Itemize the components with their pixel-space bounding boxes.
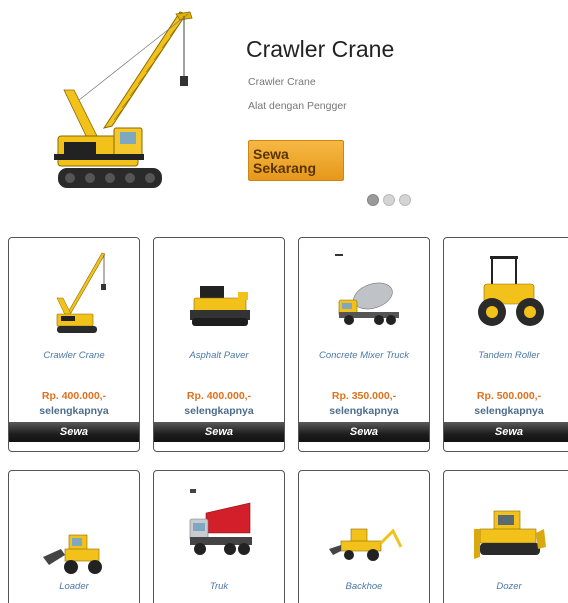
loader-icon [43, 534, 102, 574]
rent-now-label-2: Sekarang [253, 160, 317, 176]
product-name[interactable]: Crawler Crane [9, 350, 139, 361]
product-name[interactable]: Backhoe [299, 581, 429, 592]
slider-dot-3[interactable] [399, 194, 411, 206]
product-card: Loader [8, 470, 140, 603]
rent-button[interactable]: Sewa [299, 422, 429, 442]
product-price: Rp. 400.000,- [186, 390, 252, 402]
hero-slider: Crawler Crane Crawler Crane Alat dengan … [0, 0, 568, 222]
hero-title: Crawler Crane [246, 36, 395, 62]
slider-dot-2[interactable] [383, 194, 395, 206]
product-name[interactable]: Dozer [444, 581, 568, 592]
asphalt-paver-icon [190, 286, 250, 326]
product-name[interactable]: Concrete Mixer Truck [299, 350, 429, 361]
rent-now-label-1: Sewa [253, 146, 289, 162]
product-card: Crawler Crane Rp. 400.000,- selengkapnya… [8, 237, 140, 452]
rent-button[interactable]: Sewa [154, 422, 284, 442]
product-card: Backhoe [298, 470, 430, 603]
product-card: Concrete Mixer Truck Rp. 350.000,- selen… [298, 237, 430, 452]
product-name[interactable]: Tandem Roller [444, 350, 568, 361]
rent-now-button[interactable]: Sewa Sekarang [248, 140, 344, 181]
backhoe-icon [329, 528, 403, 561]
product-name[interactable]: Loader [9, 581, 139, 592]
rent-button[interactable]: Sewa [9, 422, 139, 442]
slider-dot-1[interactable] [367, 194, 379, 206]
dump-truck-icon [189, 489, 252, 555]
slider-pagination [367, 194, 411, 206]
hero-description: Alat dengan Pengger [248, 100, 347, 112]
product-name[interactable]: Truk [154, 581, 284, 592]
product-card: Tandem Roller Rp. 500.000,- selengkapnya… [443, 237, 568, 452]
product-price: Rp. 500.000,- [476, 390, 542, 402]
product-more-link[interactable]: selengkapnya [299, 405, 429, 417]
crane-icon [56, 252, 106, 333]
product-card: Asphalt Paver Rp. 400.000,- selengkapnya… [153, 237, 285, 452]
roller-icon [478, 256, 544, 326]
mixer-truck-icon [335, 254, 399, 325]
product-price: Rp. 400.000,- [41, 390, 107, 402]
product-price: Rp. 350.000,- [331, 390, 397, 402]
product-more-link[interactable]: selengkapnya [9, 405, 139, 417]
product-card: Truk [153, 470, 285, 603]
product-card: Dozer [443, 470, 568, 603]
product-more-link[interactable]: selengkapnya [154, 405, 284, 417]
rent-button[interactable]: Sewa [444, 422, 568, 442]
dozer-icon [474, 510, 546, 559]
crawler-crane-image [54, 11, 193, 188]
product-name[interactable]: Asphalt Paver [154, 350, 284, 361]
hero-subtitle: Crawler Crane [248, 76, 316, 88]
product-more-link[interactable]: selengkapnya [444, 405, 568, 417]
